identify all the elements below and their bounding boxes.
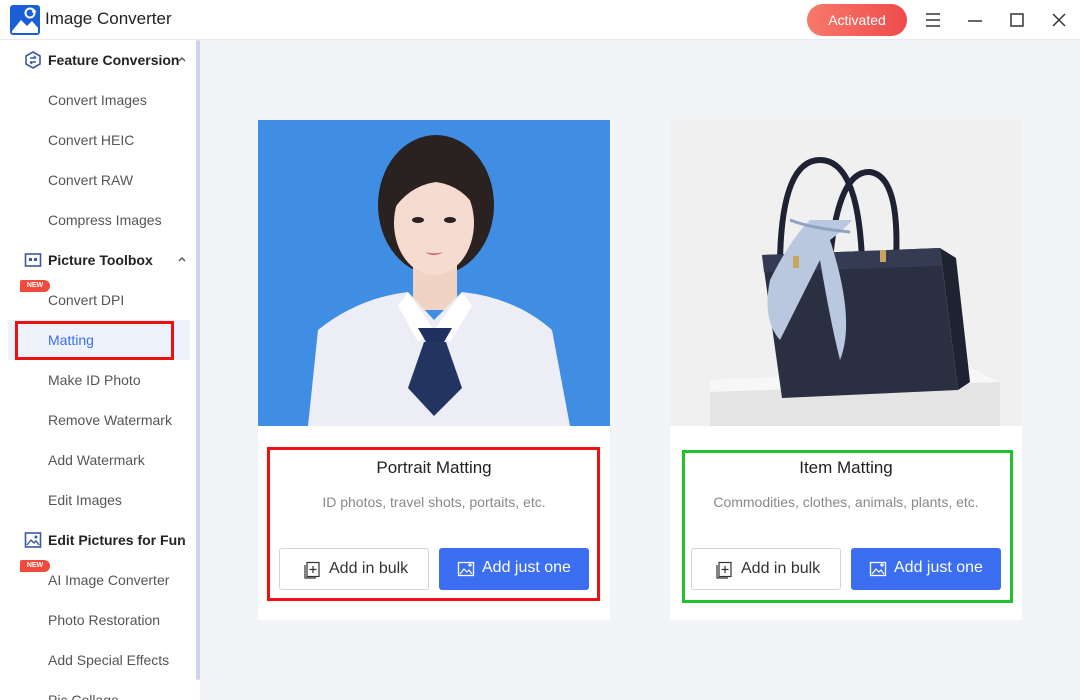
sidebar-item-label: Edit Images — [48, 492, 122, 508]
sidebar-item-convert-images[interactable]: Convert Images — [0, 80, 196, 120]
title-bar: Image Converter Activated — [0, 0, 1080, 40]
handbag-illustration — [670, 120, 1022, 426]
sidebar-item-label: Convert Images — [48, 92, 147, 108]
sidebar-item-label: Pic Collage — [48, 692, 119, 700]
sidebar-item-ai-image-converter[interactable]: AI Image Converter — [0, 560, 196, 600]
swap-circle-icon — [25, 51, 41, 69]
menu-icon[interactable] — [921, 8, 945, 32]
picture-edit-icon — [24, 532, 42, 548]
toolbox-icon — [24, 253, 42, 267]
sidebar-item-label: Add Watermark — [48, 452, 145, 468]
sidebar-item-pic-collage[interactable]: Pic Collage — [0, 680, 196, 700]
close-icon[interactable] — [1047, 8, 1071, 32]
sidebar-item-remove-watermark[interactable]: Remove Watermark — [0, 400, 196, 440]
chevron-up-icon — [178, 257, 186, 262]
sidebar-item-compress-images[interactable]: Compress Images — [0, 200, 196, 240]
portrait-highlight-box — [267, 447, 600, 601]
sidebar-item-label: Convert DPI — [48, 292, 125, 308]
app-logo-icon — [10, 5, 40, 35]
item-image — [670, 120, 1022, 426]
sidebar-item-label: Remove Watermark — [48, 412, 172, 428]
matting-highlight-box — [15, 321, 174, 360]
sidebar-item-label: Convert HEIC — [48, 132, 135, 148]
group-label: Feature Conversion — [48, 52, 180, 68]
sidebar-item-label: AI Image Converter — [48, 572, 170, 588]
activated-button[interactable]: Activated — [807, 4, 907, 36]
sidebar-item-edit-images[interactable]: Edit Images — [0, 480, 196, 520]
sidebar-item-label: Convert RAW — [48, 172, 134, 188]
sidebar-scrollbar[interactable] — [196, 40, 200, 680]
portrait-illustration — [258, 120, 610, 426]
chevron-up-icon — [178, 57, 186, 62]
sidebar-item-make-id-photo[interactable]: Make ID Photo — [0, 360, 196, 400]
sidebar-item-label: Compress Images — [48, 212, 162, 228]
maximize-icon[interactable] — [1005, 8, 1029, 32]
item-highlight-box — [682, 450, 1013, 603]
group-edit-pictures-for-fun[interactable]: Edit Pictures for Fun — [0, 520, 196, 560]
app-title: Image Converter — [45, 9, 172, 28]
group-label: Edit Pictures for Fun — [48, 532, 186, 548]
sidebar-item-convert-dpi[interactable]: Convert DPI — [0, 280, 196, 320]
group-label: Picture Toolbox — [48, 252, 153, 268]
portrait-image — [258, 120, 610, 426]
sidebar-item-convert-heic[interactable]: Convert HEIC — [0, 120, 196, 160]
group-picture-toolbox[interactable]: Picture Toolbox — [0, 240, 196, 280]
group-feature-conversion[interactable]: Feature Conversion — [0, 40, 196, 80]
sidebar: Feature Conversion Convert Images Conver… — [0, 40, 200, 700]
sidebar-item-label: Make ID Photo — [48, 372, 141, 388]
sidebar-item-convert-raw[interactable]: Convert RAW — [0, 160, 196, 200]
minimize-icon[interactable] — [963, 8, 987, 32]
sidebar-item-add-special-effects[interactable]: Add Special Effects — [0, 640, 196, 680]
sidebar-item-label: Add Special Effects — [48, 652, 170, 668]
sidebar-item-add-watermark[interactable]: Add Watermark — [0, 440, 196, 480]
sidebar-item-label: Photo Restoration — [48, 612, 161, 628]
chevron-up-icon — [178, 537, 186, 542]
sidebar-item-photo-restoration[interactable]: Photo Restoration — [0, 600, 196, 640]
